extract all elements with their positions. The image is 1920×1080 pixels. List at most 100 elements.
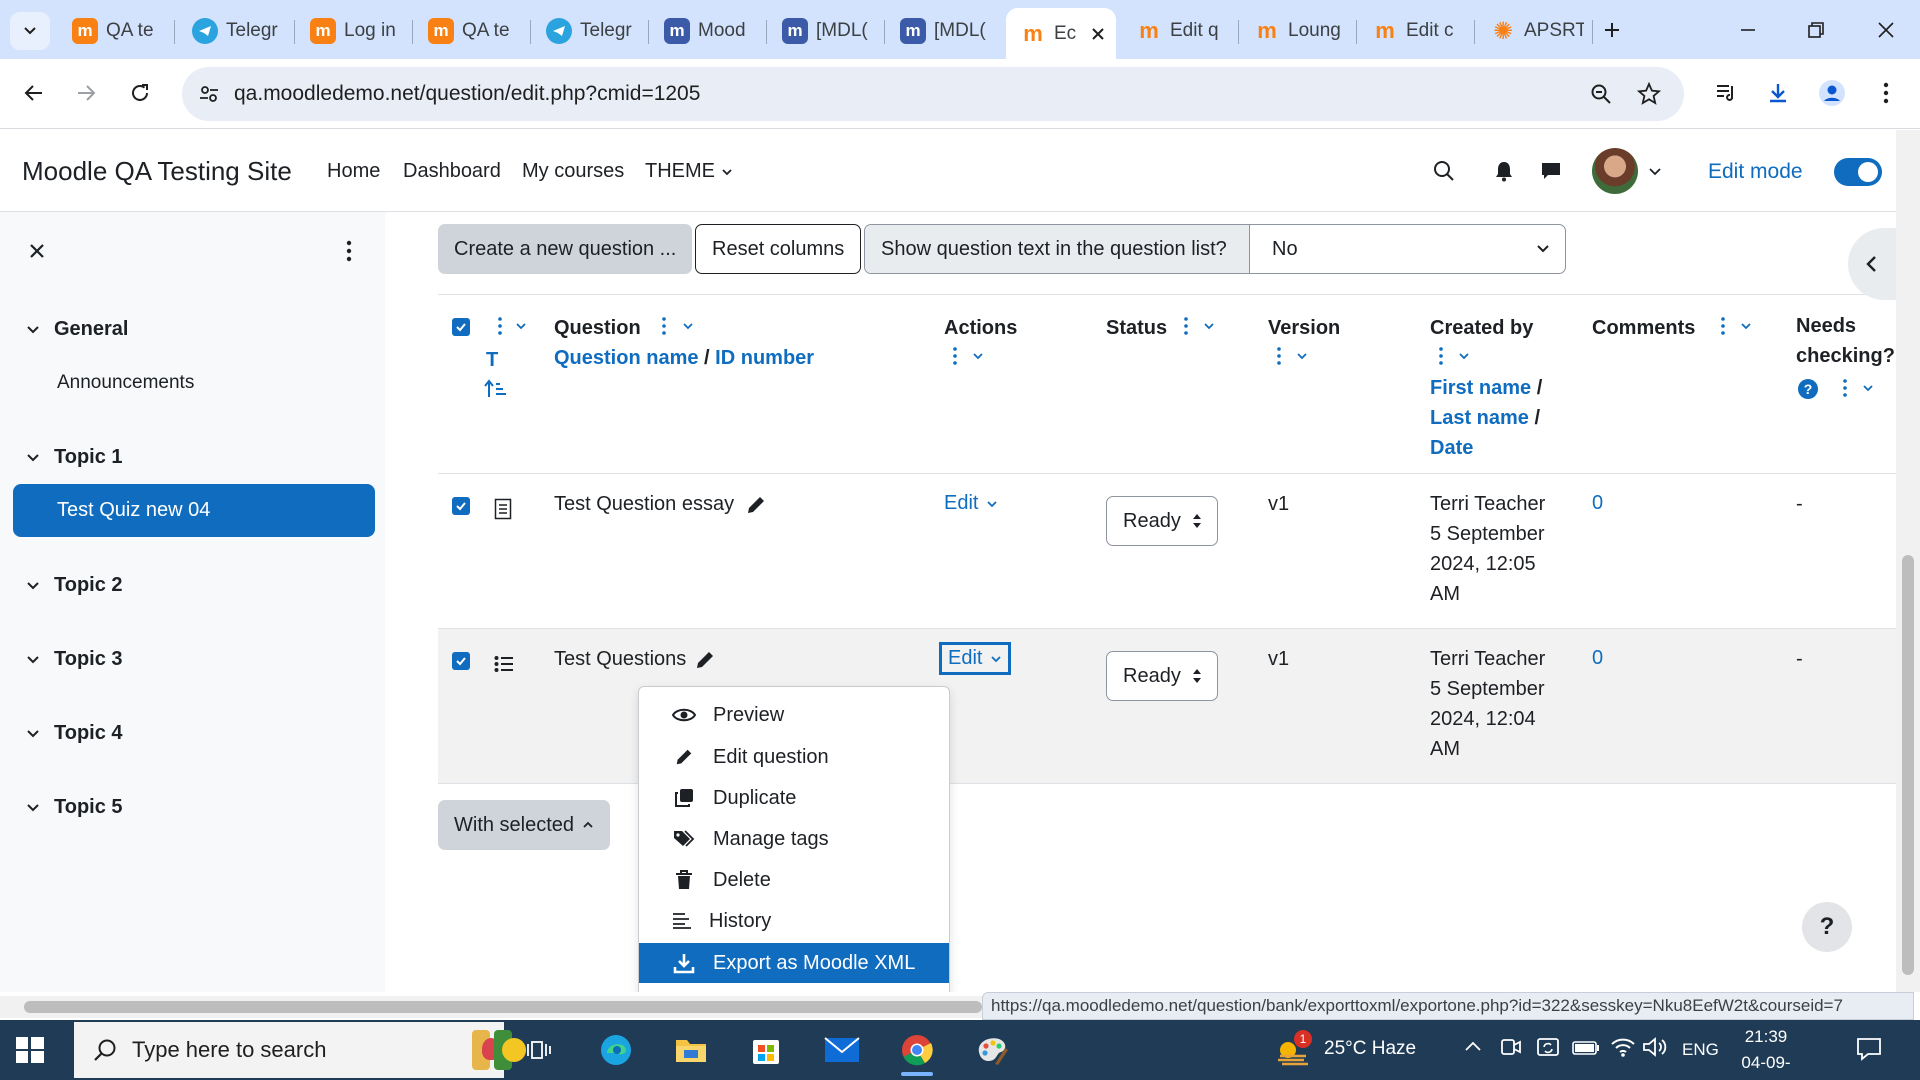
pencil-icon[interactable]	[745, 494, 767, 516]
browser-tab[interactable]: Telegr	[178, 10, 294, 52]
needs-checking-column-menu-icon[interactable]	[1838, 377, 1852, 399]
course-index-options-button[interactable]	[334, 236, 364, 266]
horizontal-scrollbar-thumb[interactable]	[24, 1001, 982, 1013]
section-topic-1[interactable]: Topic 1	[26, 446, 123, 469]
nav-my-courses[interactable]: My courses	[522, 160, 624, 183]
wifi-icon[interactable]	[1610, 1036, 1636, 1058]
browser-tab[interactable]: ✺ APSRT	[1476, 10, 1592, 52]
comments-count-link[interactable]: 0	[1592, 492, 1603, 515]
status-column-menu-icon[interactable]	[1179, 315, 1193, 337]
browser-tab[interactable]: m QA te	[58, 10, 174, 52]
new-tab-button[interactable]	[1584, 10, 1640, 50]
browser-tab[interactable]: Telegr	[532, 10, 648, 52]
comments-count-link[interactable]: 0	[1592, 647, 1603, 670]
version-column-menu-icon[interactable]	[1272, 345, 1286, 367]
sync-icon[interactable]	[1536, 1036, 1560, 1060]
browser-tab[interactable]: m Edit q	[1122, 10, 1238, 52]
volume-icon[interactable]	[1642, 1036, 1668, 1058]
browser-tab[interactable]: m [MDL(	[886, 10, 1002, 52]
browser-tab-active[interactable]: m Ec	[1006, 8, 1116, 59]
sort-last-name-link[interactable]: Last name /	[1430, 407, 1540, 430]
menu-item-manage-tags[interactable]: Manage tags	[639, 819, 949, 859]
taskbar-search[interactable]: Type here to search	[74, 1022, 526, 1078]
section-topic-5[interactable]: Topic 5	[26, 796, 123, 819]
activity-announcements[interactable]: Announcements	[57, 372, 194, 394]
pencil-icon[interactable]	[694, 649, 716, 671]
actions-column-menu-icon[interactable]	[948, 345, 962, 367]
bookmark-star-icon[interactable]	[1634, 79, 1664, 109]
reload-button[interactable]	[120, 73, 160, 113]
zoom-icon[interactable]	[1586, 79, 1616, 109]
section-general[interactable]: General	[26, 318, 128, 341]
help-button[interactable]: ?	[1802, 902, 1852, 952]
edit-menu-toggle[interactable]: Edit	[944, 492, 998, 515]
search-icon[interactable]	[1429, 156, 1459, 186]
mail-icon[interactable]	[818, 1028, 866, 1072]
weather-text[interactable]: 25°C Haze	[1324, 1038, 1416, 1060]
close-window-button[interactable]	[1858, 10, 1914, 50]
back-button[interactable]	[14, 73, 54, 113]
forward-button[interactable]	[66, 73, 106, 113]
sort-question-name-link[interactable]: Question name / ID number	[554, 347, 814, 370]
minimize-button[interactable]	[1720, 10, 1776, 50]
section-topic-2[interactable]: Topic 2	[26, 574, 123, 597]
sort-date-link[interactable]: Date	[1430, 437, 1473, 460]
vertical-scrollbar[interactable]	[1896, 130, 1920, 992]
question-column-menu-icon[interactable]	[657, 315, 671, 337]
status-select[interactable]: Ready	[1106, 496, 1218, 546]
chevron-down-icon[interactable]	[1738, 318, 1754, 334]
created-by-column-menu-icon[interactable]	[1434, 345, 1448, 367]
messages-icon[interactable]	[1536, 156, 1566, 186]
chevron-down-icon[interactable]	[970, 348, 986, 364]
browser-tab[interactable]: m Loung	[1240, 10, 1356, 52]
edit-menu-toggle[interactable]: Edit	[938, 642, 1012, 675]
browser-tab[interactable]: m QA te	[414, 10, 530, 52]
section-topic-4[interactable]: Topic 4	[26, 722, 123, 745]
with-selected-button[interactable]: With selected	[438, 800, 611, 850]
type-column-menu-icon[interactable]	[493, 315, 507, 337]
user-menu-chevron-icon[interactable]	[1640, 156, 1670, 186]
help-icon[interactable]: ?	[1798, 379, 1818, 399]
type-sort-link[interactable]: T	[486, 349, 498, 372]
sort-ascending-icon[interactable]	[484, 379, 508, 399]
browser-tab[interactable]: m Log in	[296, 10, 412, 52]
menu-item-duplicate[interactable]: Duplicate	[639, 778, 949, 818]
menu-item-edit-question[interactable]: Edit question	[639, 737, 949, 777]
create-new-question-button[interactable]: Create a new question ...	[438, 224, 693, 274]
chevron-down-icon[interactable]	[1456, 348, 1472, 364]
select-all-checkbox[interactable]	[452, 318, 470, 336]
vertical-scrollbar-thumb[interactable]	[1902, 555, 1914, 975]
battery-icon[interactable]	[1572, 1040, 1600, 1056]
chevron-down-icon[interactable]	[513, 318, 529, 334]
chrome-icon[interactable]	[893, 1028, 941, 1076]
restore-button[interactable]	[1788, 10, 1844, 50]
sort-first-name-link[interactable]: First name /	[1430, 377, 1542, 400]
paint-icon[interactable]	[968, 1028, 1016, 1072]
chevron-down-icon[interactable]	[680, 318, 696, 334]
chevron-down-icon[interactable]	[1294, 348, 1310, 364]
windows-start-icon[interactable]	[14, 1034, 46, 1066]
status-select[interactable]: Ready	[1106, 651, 1218, 701]
row-checkbox[interactable]	[452, 652, 470, 670]
microsoft-store-icon[interactable]	[742, 1028, 790, 1072]
menu-item-preview[interactable]: Preview	[639, 695, 949, 735]
nav-dashboard[interactable]: Dashboard	[403, 160, 501, 183]
download-icon[interactable]	[1760, 75, 1796, 111]
section-topic-3[interactable]: Topic 3	[26, 648, 123, 671]
file-explorer-icon[interactable]	[667, 1028, 715, 1072]
chevron-up-icon[interactable]	[1464, 1040, 1482, 1052]
row-checkbox[interactable]	[452, 497, 470, 515]
edge-icon[interactable]	[592, 1028, 640, 1072]
site-name[interactable]: Moodle QA Testing Site	[22, 156, 292, 187]
browser-tab[interactable]: m [MDL(	[768, 10, 884, 52]
notifications-icon[interactable]	[1856, 1036, 1882, 1062]
activity-test-quiz-new-04[interactable]: Test Quiz new 04	[13, 484, 375, 537]
address-bar[interactable]: qa.moodledemo.net/question/edit.php?cmid…	[182, 67, 1684, 121]
meet-now-icon[interactable]	[1500, 1036, 1522, 1060]
media-control-icon[interactable]	[1708, 75, 1744, 111]
chevron-down-icon[interactable]	[1860, 380, 1876, 396]
clock[interactable]: 21:39 04-09-2024	[1726, 1024, 1806, 1080]
menu-item-history[interactable]: History	[639, 901, 949, 941]
task-view-icon[interactable]	[516, 1028, 564, 1072]
show-question-text-select[interactable]: No	[1250, 225, 1565, 273]
